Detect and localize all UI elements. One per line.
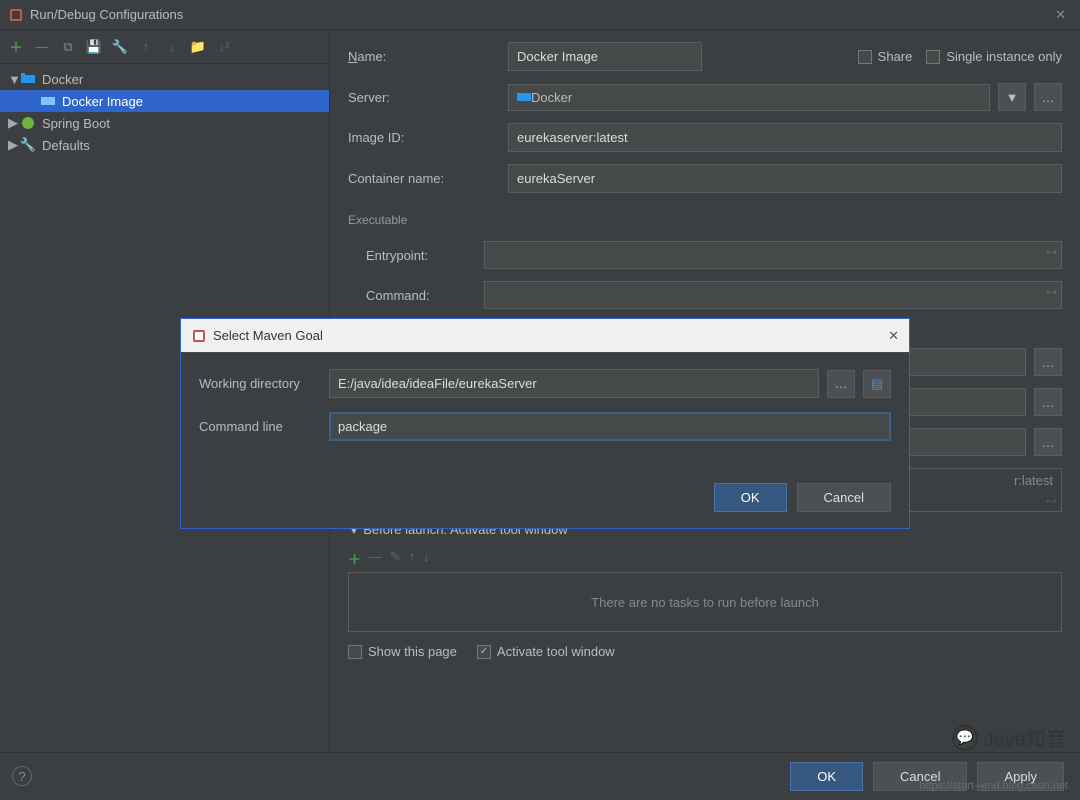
sidebar-toolbar: ＋ — ⧉ 💾 🔧 ↑ ↓ 📁 ↓² xyxy=(0,30,329,64)
down-icon[interactable]: ↓ xyxy=(164,39,180,55)
command-label: Command: xyxy=(366,288,484,303)
command-line-label: Command line xyxy=(199,419,329,434)
working-dir-label: Working directory xyxy=(199,376,329,391)
tree-node-spring-boot[interactable]: ▶ Spring Boot xyxy=(0,112,329,134)
command-line-input[interactable] xyxy=(329,412,891,441)
tree-node-defaults[interactable]: ▶ 🔧 Defaults xyxy=(0,134,329,156)
checkbox-icon: ✓ xyxy=(477,645,491,659)
help-icon[interactable]: ? xyxy=(12,766,32,786)
down-icon[interactable]: ↓ xyxy=(423,549,430,568)
chevron-right-icon: ▶ xyxy=(8,115,20,131)
tree-label: Docker xyxy=(42,72,83,87)
tree-label: Defaults xyxy=(42,138,90,153)
watermark-url: https://start--end.blog.csdn.net xyxy=(919,780,1068,792)
tree-label: Docker Image xyxy=(62,94,143,109)
add-icon[interactable]: ＋ xyxy=(8,39,24,55)
ok-button[interactable]: OK xyxy=(790,762,863,791)
more-button[interactable]: … xyxy=(1034,83,1062,111)
name-input[interactable] xyxy=(508,42,702,71)
watermark: 💬 Java知音 xyxy=(952,723,1066,752)
tree-label: Spring Boot xyxy=(42,116,110,131)
checkbox-icon xyxy=(926,50,940,64)
titlebar: Run/Debug Configurations ✕ xyxy=(0,0,1080,30)
name-label: Name: xyxy=(348,49,508,64)
more-button[interactable]: … xyxy=(1034,348,1062,376)
before-launch-list: There are no tasks to run before launch xyxy=(348,572,1062,632)
wrench-icon: 🔧 xyxy=(20,137,36,153)
docker-icon xyxy=(517,91,531,103)
remove-icon[interactable]: — xyxy=(34,39,50,55)
image-id-input[interactable] xyxy=(508,123,1062,152)
window-title: Run/Debug Configurations xyxy=(30,7,1049,22)
tree-node-docker-image[interactable]: Docker Image xyxy=(0,90,329,112)
app-icon xyxy=(8,7,24,23)
folder-icon[interactable]: 📁 xyxy=(190,39,206,55)
select-maven-goal-dialog: Select Maven Goal ✕ Working directory … … xyxy=(180,318,910,529)
up-icon[interactable]: ↑ xyxy=(138,39,154,55)
entrypoint-input[interactable]: ⤢ xyxy=(484,241,1062,269)
docker-icon xyxy=(20,71,36,87)
dropdown-button[interactable]: ▼ xyxy=(998,83,1026,111)
modal-ok-button[interactable]: OK xyxy=(714,483,787,512)
server-label: Server: xyxy=(348,90,508,105)
chevron-down-icon: ▼ xyxy=(8,72,20,87)
modal-cancel-button[interactable]: Cancel xyxy=(797,483,891,512)
expand-icon: ⤢ xyxy=(1044,286,1057,299)
modal-titlebar: Select Maven Goal ✕ xyxy=(181,319,909,353)
close-icon[interactable]: ✕ xyxy=(888,328,899,344)
more-button[interactable]: … xyxy=(1034,428,1062,456)
expand-icon: ⤢ xyxy=(1044,246,1057,259)
activate-tool-checkbox[interactable]: ✓Activate tool window xyxy=(477,644,615,659)
show-page-checkbox[interactable]: Show this page xyxy=(348,644,457,659)
executable-header: Executable xyxy=(348,213,1062,227)
copy-icon[interactable]: ⧉ xyxy=(60,39,76,55)
edit-icon[interactable]: ✎ xyxy=(390,549,401,568)
dialog-footer: OK Cancel Apply xyxy=(0,752,1080,800)
more-button[interactable]: … xyxy=(1034,388,1062,416)
expand-icon: ⤢ xyxy=(1044,495,1057,508)
browse-button[interactable]: … xyxy=(827,370,855,398)
checkbox-icon xyxy=(348,645,362,659)
container-name-label: Container name: xyxy=(348,171,508,186)
save-icon[interactable]: 💾 xyxy=(86,39,102,55)
sort-icon[interactable]: ↓² xyxy=(216,39,232,55)
close-icon[interactable]: ✕ xyxy=(1049,7,1072,23)
add-icon[interactable]: ＋ xyxy=(348,549,361,568)
entrypoint-label: Entrypoint: xyxy=(366,248,484,263)
chevron-right-icon: ▶ xyxy=(8,137,20,153)
checkbox-icon xyxy=(858,50,872,64)
image-id-label: Image ID: xyxy=(348,130,508,145)
container-name-input[interactable] xyxy=(508,164,1062,193)
server-select[interactable]: Docker xyxy=(508,84,990,111)
docker-icon xyxy=(40,93,56,109)
spring-icon xyxy=(20,115,36,131)
share-checkbox[interactable]: SSharehare xyxy=(858,49,913,64)
up-icon[interactable]: ↑ xyxy=(409,549,416,568)
wechat-icon: 💬 xyxy=(952,725,978,751)
remove-icon[interactable]: — xyxy=(369,549,382,568)
tree-node-docker[interactable]: ▼ Docker xyxy=(0,68,329,90)
working-dir-input[interactable] xyxy=(329,369,819,398)
single-instance-checkbox[interactable]: Single instance only xyxy=(926,49,1062,64)
modal-title: Select Maven Goal xyxy=(213,328,888,343)
app-icon xyxy=(191,328,207,344)
command-input[interactable]: ⤢ xyxy=(484,281,1062,309)
tree-button[interactable]: ▤ xyxy=(863,370,891,398)
wrench-icon[interactable]: 🔧 xyxy=(112,39,128,55)
